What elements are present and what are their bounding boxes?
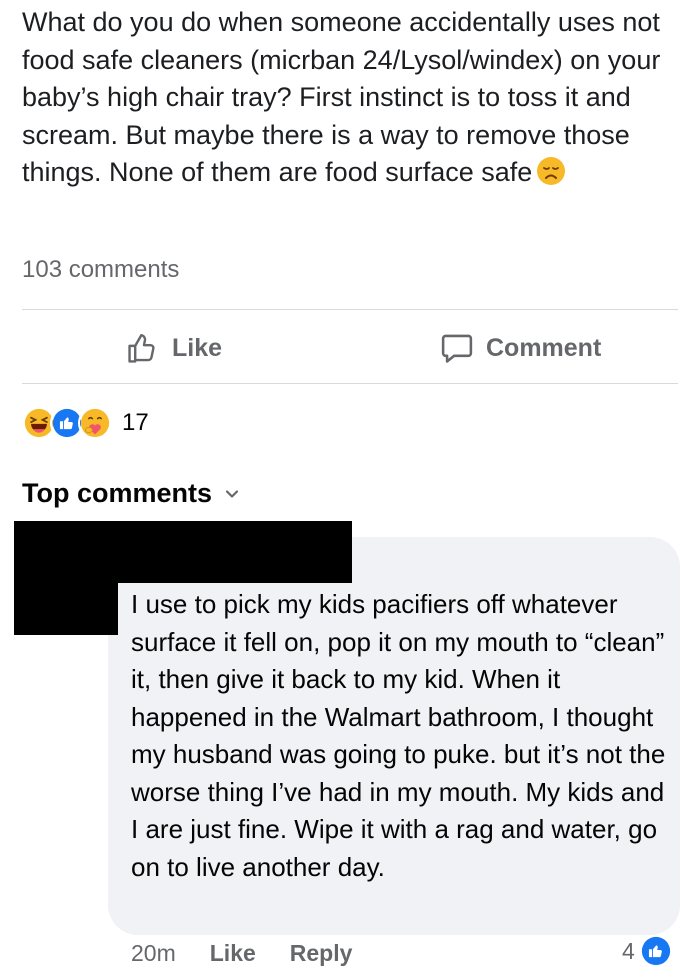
care-reaction-icon [78,406,112,440]
comment-bubble-icon [441,334,473,363]
disappointed-face-emoji-icon [537,157,566,185]
comment-reply-button[interactable]: Reply [290,940,353,967]
comment-timestamp[interactable]: 20m [131,940,176,967]
comment-reaction-count: 4 [622,937,635,964]
comment-button[interactable]: Comment [440,331,601,365]
divider [22,309,678,310]
divider [22,383,678,384]
reaction-count: 17 [122,409,149,436]
redacted-avatar [14,583,118,635]
like-button-label: Like [172,333,223,362]
comment-sort-dropdown[interactable]: Top comments [22,478,240,509]
comment-reaction-summary[interactable]: 4 [622,936,671,966]
reactions-summary[interactable]: 17 [22,406,149,440]
comment-button-label: Comment [486,333,602,362]
like-reaction-icon [641,936,670,966]
comment-like-button[interactable]: Like [210,940,256,967]
post-text: What do you do when someone accidentally… [22,4,682,192]
thumbs-up-icon [128,334,155,363]
like-button[interactable]: Like [126,331,222,365]
comment-meta: 20m Like Reply [131,940,352,967]
chevron-down-icon [225,489,239,498]
comment-sort-label: Top comments [22,478,213,508]
redacted-author-name [14,521,352,583]
comment-text: I use to pick my kids pacifiers off what… [131,589,666,882]
comment-count-link[interactable]: 103 comments [22,256,179,284]
